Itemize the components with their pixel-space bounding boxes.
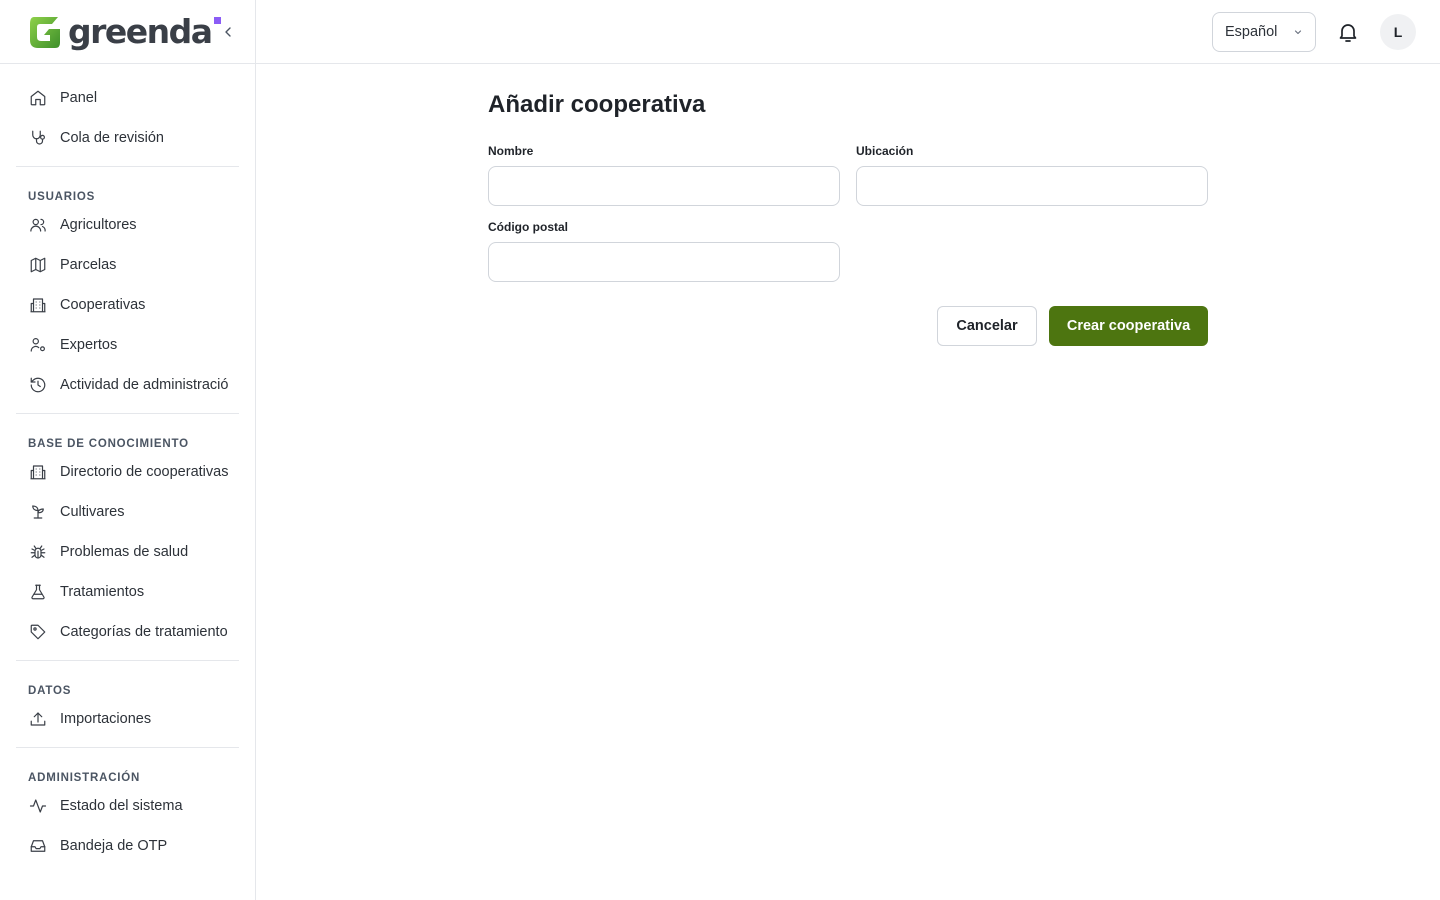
sidebar-item-experts[interactable]: Expertos: [16, 325, 239, 365]
tag-icon: [28, 622, 48, 642]
create-cooperative-button[interactable]: Crear cooperativa: [1049, 306, 1208, 346]
sidebar-nav: Panel Cola de revisión USUARIOS Agricult…: [0, 64, 255, 874]
sidebar-item-label: Expertos: [60, 337, 118, 353]
nav-group-knowledge-base: BASE DE CONOCIMIENTO Directorio de coope…: [16, 426, 239, 661]
activity-icon: [28, 796, 48, 816]
sidebar-item-label: Bandeja de OTP: [60, 838, 168, 854]
sidebar-item-plots[interactable]: Parcelas: [16, 245, 239, 285]
sidebar-item-label: Problemas de salud: [60, 544, 189, 560]
sidebar-item-label: Parcelas: [60, 257, 117, 273]
user-cog-icon: [28, 335, 48, 355]
users-icon: [28, 215, 48, 235]
avatar[interactable]: L: [1380, 14, 1416, 50]
postal-code-label: Código postal: [488, 220, 568, 234]
sidebar-item-label: Cola de revisión: [60, 130, 164, 146]
stethoscope-icon: [28, 128, 48, 148]
language-select[interactable]: Español: [1212, 12, 1316, 52]
nav-group-main: Panel Cola de revisión: [16, 78, 239, 167]
upload-icon: [28, 709, 48, 729]
sidebar-item-treatment-categories[interactable]: Categorías de tratamientos: [16, 612, 239, 652]
postal-code-field: Código postal: [488, 220, 840, 282]
location-input[interactable]: [856, 166, 1208, 206]
nav-group-users: USUARIOS Agricultores Parcelas Cooperati…: [16, 179, 239, 414]
page-title: Añadir cooperativa: [488, 91, 706, 118]
greenda-logo[interactable]: greenda: [28, 11, 221, 51]
group-title: DATOS: [28, 685, 72, 697]
cooperative-form: Nombre Ubicación Código postal: [488, 144, 1208, 296]
sidebar-item-cultivars[interactable]: Cultivares: [16, 492, 239, 532]
sidebar-item-panel[interactable]: Panel: [16, 78, 239, 118]
cancel-button[interactable]: Cancelar: [937, 306, 1037, 346]
main-content: Añadir cooperativa Nombre Ubicación Códi…: [488, 64, 1208, 346]
group-title: BASE DE CONOCIMIENTO: [28, 438, 189, 450]
name-field: Nombre: [488, 144, 840, 206]
sidebar-item-label: Categorías de tratamientos: [60, 624, 228, 640]
sidebar-item-cooperative-directory[interactable]: Directorio de cooperativas: [16, 452, 239, 492]
chevron-down-icon: [1294, 30, 1302, 35]
sidebar-item-label: Panel: [60, 90, 98, 106]
sidebar-item-otp-inbox[interactable]: Bandeja de OTP: [16, 826, 239, 866]
sidebar-item-health-problems[interactable]: Problemas de salud: [16, 532, 239, 572]
sidebar-item-cooperatives[interactable]: Cooperativas: [16, 285, 239, 325]
chevron-left-icon: [225, 27, 231, 37]
building-icon: [28, 295, 48, 315]
location-label: Ubicación: [856, 144, 914, 158]
home-icon: [28, 88, 48, 108]
flask-icon: [28, 582, 48, 602]
location-field: Ubicación: [856, 144, 1208, 206]
name-label: Nombre: [488, 144, 534, 158]
sidebar-item-system-status[interactable]: Estado del sistema: [16, 786, 239, 826]
sidebar-item-treatments[interactable]: Tratamientos: [16, 572, 239, 612]
name-input[interactable]: [488, 166, 840, 206]
sidebar: greenda Panel Cola de revisión USUARIOS: [0, 0, 256, 900]
sidebar-item-label: Cultivares: [60, 504, 125, 520]
sidebar-item-label: Directorio de cooperativas: [60, 464, 228, 480]
language-select-value: Español: [1225, 24, 1278, 40]
top-header: Español L: [256, 0, 1440, 64]
map-icon: [28, 255, 48, 275]
sprout-icon: [28, 502, 48, 522]
sidebar-item-label: Actividad de administración: [60, 377, 228, 393]
form-actions: Cancelar Crear cooperativa: [488, 306, 1208, 346]
nav-group-data: DATOS Importaciones: [16, 673, 239, 748]
sidebar-item-label: Cooperativas: [60, 297, 146, 313]
group-title: USUARIOS: [28, 191, 96, 203]
sidebar-item-review-queue[interactable]: Cola de revisión: [16, 118, 239, 158]
building-icon: [28, 462, 48, 482]
history-icon: [28, 375, 48, 395]
sidebar-item-label: Importaciones: [60, 711, 152, 727]
collapse-sidebar-button[interactable]: [218, 22, 238, 42]
sidebar-item-admin-activity[interactable]: Actividad de administración: [16, 365, 239, 405]
brand-name: greenda: [68, 11, 213, 51]
sidebar-item-label: Tratamientos: [60, 584, 145, 600]
group-title: ADMINISTRACIÓN: [28, 772, 141, 784]
postal-code-input[interactable]: [488, 242, 840, 282]
sidebar-item-label: Estado del sistema: [60, 798, 183, 814]
sidebar-item-imports[interactable]: Importaciones: [16, 699, 239, 739]
nav-group-administration: ADMINISTRACIÓN Estado del sistema Bandej…: [16, 760, 239, 874]
greenda-logo-mark-icon: [30, 16, 60, 48]
inbox-icon: [28, 836, 48, 856]
bug-icon: [28, 542, 48, 562]
bell-icon: [1339, 24, 1357, 42]
sidebar-item-farmers[interactable]: Agricultores: [16, 205, 239, 245]
sidebar-item-label: Agricultores: [60, 217, 137, 233]
notifications-button[interactable]: [1336, 20, 1360, 44]
logo-row: greenda: [0, 0, 255, 64]
